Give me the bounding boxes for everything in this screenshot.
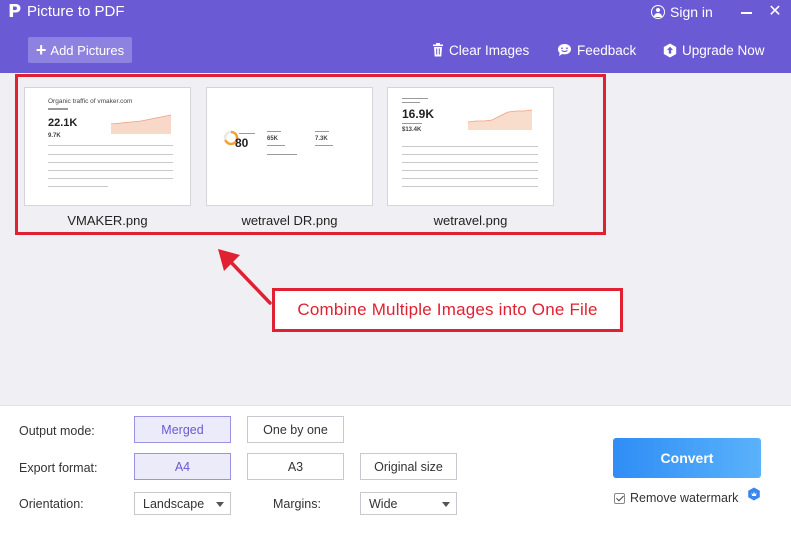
preview-mark bbox=[239, 133, 255, 134]
margins-select[interactable]: Wide bbox=[360, 492, 457, 515]
preview-rule bbox=[48, 162, 173, 163]
image-thumbnail[interactable]: 80 65K 7.3K wetravel DR.png bbox=[206, 87, 373, 237]
annotation-callout: Combine Multiple Images into One File bbox=[272, 288, 623, 332]
preview-value: $13.4K bbox=[402, 127, 422, 133]
preview-value: 7.3K bbox=[315, 136, 328, 142]
picture-to-pdf-window: P Picture to PDF Sign in ✕ + Add Picture… bbox=[0, 0, 791, 537]
title-bar: P Picture to PDF Sign in ✕ bbox=[0, 0, 791, 26]
header: P Picture to PDF Sign in ✕ + Add Picture… bbox=[0, 0, 791, 73]
upgrade-now-label: Upgrade Now bbox=[682, 42, 765, 58]
app-logo-icon: P bbox=[8, 1, 22, 22]
orientation-select[interactable]: Landscape bbox=[134, 492, 231, 515]
preview-rule bbox=[402, 170, 538, 171]
preview-score: 80 bbox=[235, 136, 249, 150]
upgrade-now-button[interactable]: Upgrade Now bbox=[663, 40, 765, 60]
thumbnail-filename: wetravel DR.png bbox=[241, 213, 338, 228]
thumbnail-filename: VMAKER.png bbox=[67, 213, 148, 228]
image-workspace: Organic traffic of vmaker.com 22.1K 9.7K bbox=[0, 73, 791, 405]
preview-value: 22.1K bbox=[48, 117, 78, 129]
preview-rule bbox=[48, 170, 173, 171]
highlight-frame: Organic traffic of vmaker.com 22.1K 9.7K bbox=[15, 74, 606, 235]
upgrade-icon bbox=[663, 43, 677, 57]
export-format-original-size[interactable]: Original size bbox=[360, 453, 457, 480]
preview-mark bbox=[48, 108, 68, 110]
preview-chart bbox=[111, 114, 171, 134]
orientation-value: Landscape bbox=[143, 496, 205, 511]
margins-value: Wide bbox=[369, 496, 398, 511]
output-mode-label: Output mode: bbox=[19, 424, 95, 438]
premium-badge-icon bbox=[748, 487, 760, 501]
preview-rule bbox=[48, 154, 173, 155]
sign-in-button[interactable]: Sign in bbox=[651, 3, 713, 21]
preview-rule bbox=[48, 178, 173, 179]
export-format-a4[interactable]: A4 bbox=[134, 453, 231, 480]
output-mode-merged[interactable]: Merged bbox=[134, 416, 231, 443]
chevron-down-icon bbox=[442, 502, 450, 507]
clear-images-label: Clear Images bbox=[449, 42, 530, 58]
preview-rule bbox=[402, 186, 538, 187]
preview-rule bbox=[402, 162, 538, 163]
trash-icon bbox=[433, 43, 443, 57]
feedback-icon bbox=[558, 44, 571, 56]
margins-label: Margins: bbox=[273, 497, 321, 511]
preview-rule bbox=[48, 145, 173, 146]
preview-mark bbox=[402, 98, 428, 99]
preview-mark bbox=[402, 123, 422, 124]
minimize-button[interactable] bbox=[737, 2, 755, 22]
preview-mark bbox=[267, 131, 281, 132]
preview-mark bbox=[315, 145, 333, 146]
app-title: Picture to PDF bbox=[27, 3, 125, 20]
feedback-button[interactable]: Feedback bbox=[557, 40, 636, 60]
preview-chart bbox=[468, 109, 532, 130]
preview-rule bbox=[48, 186, 108, 187]
options-panel: Output mode: Merged One by one Export fo… bbox=[0, 405, 791, 537]
preview-value: 65K bbox=[267, 136, 279, 142]
minimize-icon bbox=[740, 12, 752, 14]
sign-in-label: Sign in bbox=[670, 4, 713, 20]
image-thumbnail[interactable]: Organic traffic of vmaker.com 22.1K 9.7K bbox=[24, 87, 191, 237]
close-button[interactable]: ✕ bbox=[766, 2, 784, 22]
add-pictures-label: Add Pictures bbox=[50, 42, 125, 58]
thumbnail-filename: wetravel.png bbox=[433, 213, 508, 228]
thumbnail-preview: Organic traffic of vmaker.com 22.1K 9.7K bbox=[24, 87, 191, 206]
preview-mark bbox=[402, 102, 420, 103]
remove-watermark-option[interactable]: Remove watermark bbox=[614, 491, 738, 505]
preview-mark bbox=[267, 154, 297, 155]
preview-mark bbox=[315, 131, 329, 132]
image-thumbnail[interactable]: 16.9K $13.4K wetravel.png bbox=[387, 87, 554, 237]
thumbnail-preview: 16.9K $13.4K bbox=[387, 87, 554, 206]
export-format-label: Export format: bbox=[19, 461, 98, 475]
preview-mark bbox=[267, 145, 285, 146]
preview-rule bbox=[402, 178, 538, 179]
export-format-a3[interactable]: A3 bbox=[247, 453, 344, 480]
convert-button[interactable]: Convert bbox=[613, 438, 761, 478]
callout-text: Combine Multiple Images into One File bbox=[297, 300, 598, 319]
plus-icon: + bbox=[35, 40, 47, 60]
clear-images-button[interactable]: Clear Images bbox=[432, 40, 529, 60]
output-mode-one-by-one[interactable]: One by one bbox=[247, 416, 344, 443]
remove-watermark-checkbox[interactable] bbox=[614, 492, 625, 504]
thumbnail-preview: 80 65K 7.3K bbox=[206, 87, 373, 206]
add-pictures-button[interactable]: + Add Pictures bbox=[28, 37, 132, 63]
preview-value: 16.9K bbox=[402, 107, 435, 121]
preview-rule bbox=[402, 146, 538, 147]
remove-watermark-label: Remove watermark bbox=[630, 491, 739, 505]
preview-value: 9.7K bbox=[48, 133, 61, 139]
feedback-label: Feedback bbox=[577, 42, 637, 58]
preview-rule bbox=[402, 154, 538, 155]
preview-heading: Organic traffic of vmaker.com bbox=[48, 98, 133, 105]
orientation-label: Orientation: bbox=[19, 497, 84, 511]
user-icon bbox=[651, 5, 665, 19]
close-icon: ✕ bbox=[768, 3, 782, 20]
chevron-down-icon bbox=[216, 502, 224, 507]
